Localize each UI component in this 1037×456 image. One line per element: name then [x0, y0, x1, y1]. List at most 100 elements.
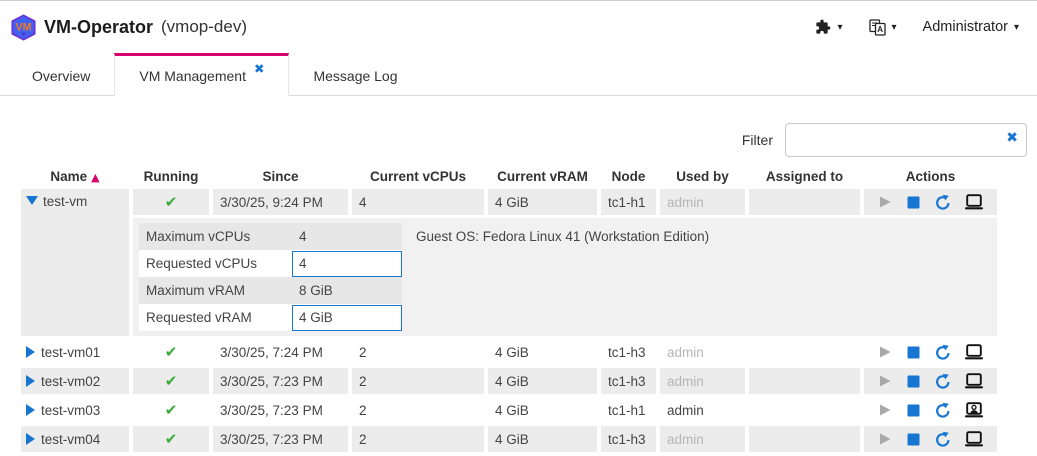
play-icon: [877, 194, 893, 210]
column-header-actions: Actions: [864, 166, 997, 186]
field-label: Maximum vRAM: [139, 277, 292, 304]
running-cell: ✔: [133, 189, 209, 215]
start-vm-button[interactable]: [877, 344, 893, 360]
stop-vm-button[interactable]: [906, 403, 921, 418]
reset-vm-button[interactable]: [934, 344, 951, 361]
reset-vm-button[interactable]: [934, 373, 951, 390]
stop-vm-button[interactable]: [906, 345, 921, 360]
column-header-assigned-to[interactable]: Assigned to: [749, 166, 860, 186]
current-vcpus-cell: 2: [352, 426, 484, 452]
reset-vm-button[interactable]: [934, 431, 951, 448]
stop-icon: [906, 374, 921, 389]
column-header-current-vcpus[interactable]: Current vCPUs: [352, 166, 484, 186]
actions-cell: [864, 397, 997, 423]
vm-operator-logo-icon: VM: [10, 14, 37, 41]
running-cell: ✔: [133, 339, 209, 365]
open-console-button[interactable]: [964, 344, 984, 360]
tab-bar: Overview VM Management ✖ Message Log: [0, 53, 1037, 96]
assigned-to-cell: [749, 339, 860, 365]
caret-down-icon: ▾: [892, 22, 897, 33]
column-header-name[interactable]: Name▲: [21, 166, 129, 186]
extensions-menu-button[interactable]: ▾: [815, 19, 842, 35]
tab-overview[interactable]: Overview: [8, 53, 114, 95]
user-menu-button[interactable]: Administrator ▾: [923, 19, 1019, 35]
requested-vcpus-input[interactable]: [292, 251, 402, 277]
vm-detail-panel: Maximum vCPUs 4 Requested vCPUs Maximum …: [133, 218, 997, 336]
language-menu-button[interactable]: A ▾: [869, 19, 897, 36]
open-console-button[interactable]: [964, 373, 984, 389]
column-header-since[interactable]: Since: [213, 166, 348, 186]
vm-detail-form: Maximum vCPUs 4 Requested vCPUs Maximum …: [139, 223, 402, 331]
field-label: Maximum vCPUs: [139, 223, 292, 250]
tab-label: Overview: [32, 68, 90, 84]
reset-vm-button[interactable]: [934, 194, 951, 211]
filter-input[interactable]: [785, 123, 1027, 157]
expand-row-icon[interactable]: [26, 375, 35, 387]
reset-icon: [934, 373, 951, 390]
running-check-icon: ✔: [165, 372, 178, 390]
reset-icon: [934, 344, 951, 361]
column-header-node[interactable]: Node: [601, 166, 656, 186]
current-vcpus-cell: 2: [352, 339, 484, 365]
clear-filter-icon[interactable]: ✖: [1006, 131, 1018, 145]
current-vram-cell: 4 GiB: [488, 426, 597, 452]
close-icon[interactable]: ✖: [254, 61, 264, 76]
maximum-vram-value: 8 GiB: [292, 277, 402, 304]
start-vm-button[interactable]: [877, 373, 893, 389]
expand-row-icon[interactable]: [26, 346, 35, 358]
reset-icon: [934, 194, 951, 211]
running-cell: ✔: [133, 426, 209, 452]
stop-icon: [906, 345, 921, 360]
node-cell: tc1-h3: [601, 368, 656, 394]
since-cell: 3/30/25, 7:23 PM: [213, 368, 348, 394]
vm-name-cell: test-vm02: [21, 368, 129, 394]
detail-field-row: Maximum vCPUs 4: [139, 223, 402, 250]
start-vm-button[interactable]: [877, 402, 893, 418]
title-bar: VM VM-Operator (vmop-dev) ▾ A ▾ Administ…: [0, 1, 1037, 53]
tab-vm-management[interactable]: VM Management ✖: [114, 53, 289, 96]
detail-field-row: Maximum vRAM 8 GiB: [139, 277, 402, 304]
play-icon: [877, 373, 893, 389]
open-console-button[interactable]: [964, 194, 984, 210]
collapse-row-icon[interactable]: [26, 196, 38, 205]
filter-row: Filter ✖: [0, 123, 1027, 157]
detail-field-row: Requested vCPUs: [139, 250, 402, 277]
expand-row-icon[interactable]: [26, 433, 35, 445]
start-vm-button[interactable]: [877, 194, 893, 210]
assigned-to-cell: [749, 397, 860, 423]
play-icon: [877, 431, 893, 447]
start-vm-button[interactable]: [877, 431, 893, 447]
assigned-to-cell: [749, 368, 860, 394]
running-check-icon: ✔: [165, 343, 178, 361]
reset-vm-button[interactable]: [934, 402, 951, 419]
console-monitor-icon: [964, 431, 984, 447]
actions-cell: [864, 189, 997, 215]
running-cell: ✔: [133, 397, 209, 423]
detail-field-row: Requested vRAM: [139, 304, 402, 331]
vm-name-cell: test-vm03: [21, 397, 129, 423]
vm-name-cell: test-vm01: [21, 339, 129, 365]
play-icon: [877, 344, 893, 360]
expand-row-icon[interactable]: [26, 404, 35, 416]
stop-vm-button[interactable]: [906, 195, 921, 210]
open-console-button[interactable]: [964, 402, 984, 418]
requested-vram-input[interactable]: [292, 305, 402, 331]
stop-vm-button[interactable]: [906, 374, 921, 389]
table-row: test-vm01 ✔ 3/30/25, 7:24 PM 2 4 GiB tc1…: [21, 339, 997, 365]
open-console-button[interactable]: [964, 431, 984, 447]
column-header-used-by[interactable]: Used by: [660, 166, 745, 186]
since-cell: 3/30/25, 7:24 PM: [213, 339, 348, 365]
running-check-icon: ✔: [165, 401, 178, 419]
table-row: test-vm03 ✔ 3/30/25, 7:23 PM 2 4 GiB tc1…: [21, 397, 997, 423]
svg-text:A: A: [877, 25, 883, 34]
column-header-current-vram[interactable]: Current vRAM: [488, 166, 597, 186]
tab-label: VM Management: [139, 68, 246, 84]
column-header-running[interactable]: Running: [133, 166, 209, 186]
used-by-cell: admin: [660, 426, 745, 452]
current-vram-cell: 4 GiB: [488, 189, 597, 215]
tab-message-log[interactable]: Message Log: [289, 53, 421, 95]
stop-vm-button[interactable]: [906, 432, 921, 447]
actions-cell: [864, 339, 997, 365]
table-row: test-vm04 ✔ 3/30/25, 7:23 PM 2 4 GiB tc1…: [21, 426, 997, 452]
play-icon: [877, 402, 893, 418]
